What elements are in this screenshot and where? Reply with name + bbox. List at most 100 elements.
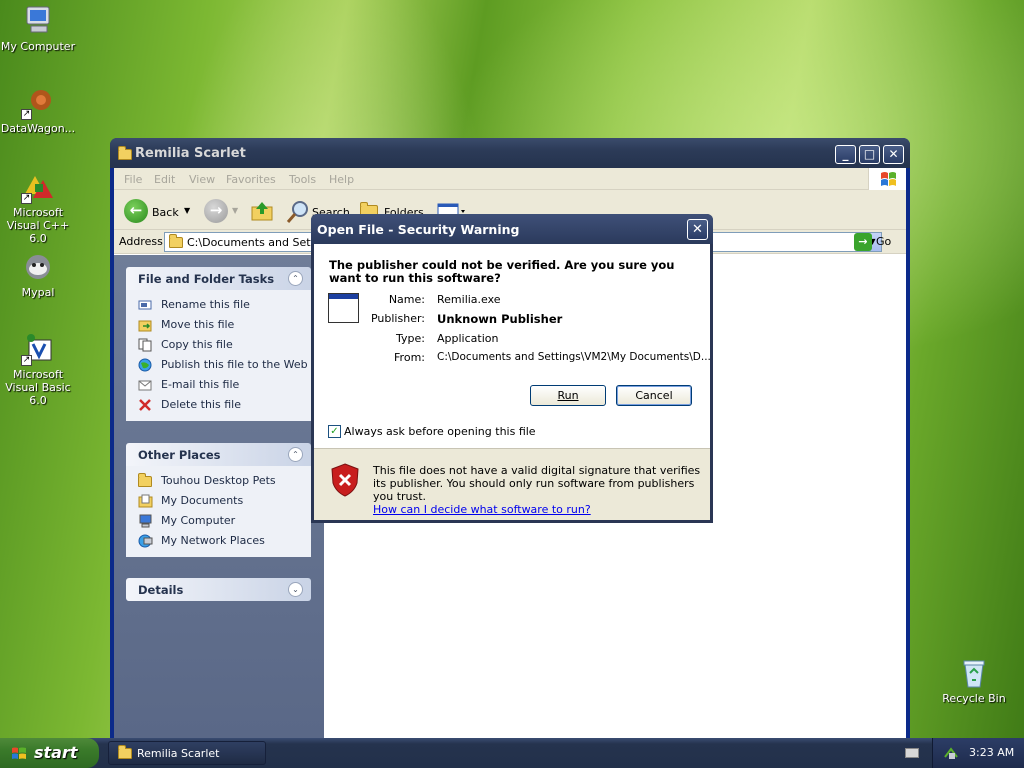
system-tray: 3:23 AM (932, 738, 1024, 768)
network-status-icon[interactable] (943, 745, 959, 761)
place-my-network-places[interactable]: My Network Places (126, 531, 311, 551)
rename-icon (138, 300, 152, 310)
desktop-icon-visual-cpp[interactable]: ↗ Microsoft Visual C++ 6.0 (0, 170, 78, 245)
place-touhou-desktop-pets[interactable]: Touhou Desktop Pets (126, 471, 311, 491)
desktop-icon-my-computer[interactable]: My Computer (0, 4, 78, 53)
search-icon[interactable] (286, 200, 310, 224)
cancel-button[interactable]: Cancel (616, 385, 692, 406)
field-label: From: (394, 351, 425, 364)
my-computer-icon (139, 514, 152, 528)
desktop-icon-recycle-bin[interactable]: Recycle Bin (934, 656, 1014, 705)
task-rename-file[interactable]: Rename this file (126, 295, 311, 315)
globe-icon (138, 358, 152, 372)
network-places-icon (138, 534, 153, 548)
dialog-close-button[interactable]: ✕ (687, 219, 708, 240)
run-button[interactable]: Run (530, 385, 606, 406)
field-value: C:\Documents and Settings\VM2\My Documen… (437, 351, 711, 363)
warning-message: This file does not have a valid digital … (373, 464, 703, 516)
taskbar: start Remilia Scarlet 3:23 AM (0, 738, 1024, 768)
desktop-icon-visual-basic[interactable]: ↗ Microsoft Visual Basic 6.0 (0, 332, 78, 407)
windows-logo-icon (12, 747, 26, 759)
desktop-icon-mypal[interactable]: Mypal (0, 250, 78, 299)
always-ask-checkbox[interactable]: ✓ (328, 425, 341, 438)
menu-favorites[interactable]: Favorites (226, 173, 276, 186)
warning-text: This file does not have a valid digital … (373, 464, 701, 503)
field-value: Remilia.exe (437, 293, 501, 306)
folder-icon (118, 146, 132, 160)
panel-title: File and Folder Tasks (138, 272, 275, 286)
go-label: Go (876, 235, 892, 248)
folder-icon (169, 234, 183, 248)
task-copy-file[interactable]: Copy this file (126, 335, 311, 355)
verification-question: The publisher could not be verified. Are… (329, 258, 675, 285)
up-folder-icon[interactable] (250, 200, 274, 222)
taskbar-button-label: Remilia Scarlet (137, 747, 220, 760)
dialog-titlebar[interactable]: Open File - Security Warning ✕ (311, 214, 713, 244)
expand-chevron-icon[interactable]: ⌄ (288, 582, 303, 597)
field-value: Unknown Publisher (437, 312, 563, 326)
task-publish-web[interactable]: Publish this file to the Web (126, 355, 311, 375)
task-move-file[interactable]: Move this file (126, 315, 311, 335)
taskbar-button-remilia-scarlet[interactable]: Remilia Scarlet (108, 741, 266, 765)
task-pane: File and Folder Tasks ⌃ Rename this file… (114, 255, 324, 738)
dialog-body: The publisher could not be verified. Are… (314, 244, 711, 520)
details-header[interactable]: Details ⌄ (126, 578, 311, 601)
forward-dropdown-icon[interactable]: ▼ (232, 206, 238, 215)
task-label: Move this file (161, 318, 235, 331)
other-places-header[interactable]: Other Places ⌃ (126, 443, 311, 466)
dialog-title: Open File - Security Warning (317, 222, 520, 237)
collapse-chevron-icon[interactable]: ⌃ (288, 271, 303, 286)
task-label: Delete this file (161, 398, 241, 411)
menu-tools[interactable]: Tools (289, 173, 316, 186)
desktop-icon-datawagon[interactable]: ↗ DataWagon... (0, 86, 78, 135)
place-my-computer[interactable]: My Computer (126, 511, 311, 531)
maximize-button[interactable]: □ (859, 145, 880, 164)
shortcut-arrow-icon: ↗ (21, 193, 32, 204)
field-label: Publisher: (370, 312, 425, 325)
shortcut-arrow-icon: ↗ (21, 355, 32, 366)
menu-file[interactable]: File (124, 173, 142, 186)
close-button[interactable]: ✕ (883, 145, 904, 164)
back-arrow-icon[interactable]: ← (124, 199, 148, 223)
task-email-file[interactable]: E-mail this file (126, 375, 311, 395)
address-label: Address (119, 235, 163, 248)
desktop-icon-label: My Computer (0, 40, 76, 53)
collapse-chevron-icon[interactable]: ⌃ (288, 447, 303, 462)
file-folder-tasks-list: Rename this file Move this file Copy thi… (126, 290, 311, 421)
minimize-button[interactable]: _ (835, 145, 856, 164)
email-icon (138, 380, 152, 391)
start-button[interactable]: start (0, 738, 99, 768)
menu-bar: File Edit View Favorites Tools Help (114, 168, 906, 190)
task-delete-file[interactable]: Delete this file (126, 395, 311, 415)
cancel-button-label: Cancel (635, 389, 673, 402)
go-arrow-icon: → (854, 233, 872, 251)
task-label: Rename this file (161, 298, 250, 311)
file-folder-tasks-header[interactable]: File and Folder Tasks ⌃ (126, 267, 311, 290)
desktop-icon-label: Mypal (21, 286, 55, 299)
menu-view[interactable]: View (189, 173, 215, 186)
start-label: start (34, 743, 78, 762)
mypal-icon (21, 250, 55, 284)
window-titlebar[interactable]: Remilia Scarlet _ □ ✕ (110, 138, 910, 168)
help-link[interactable]: How can I decide what software to run? (373, 503, 591, 516)
menu-help[interactable]: Help (329, 173, 354, 186)
clock[interactable]: 3:23 AM (969, 746, 1014, 759)
my-computer-icon (21, 4, 55, 38)
security-warning-dialog: Open File - Security Warning ✕ The publi… (311, 214, 713, 523)
go-button[interactable]: → Go (854, 233, 891, 251)
field-label: Type: (396, 332, 425, 345)
place-my-documents[interactable]: My Documents (126, 491, 311, 511)
menu-edit[interactable]: Edit (154, 173, 175, 186)
always-ask-label[interactable]: Always ask before opening this file (344, 425, 536, 438)
visual-basic-icon: ↗ (21, 332, 55, 366)
back-button-label[interactable]: Back (152, 206, 179, 219)
windows-logo-icon (868, 168, 906, 190)
panel-title: Other Places (138, 448, 221, 462)
place-label: My Network Places (161, 534, 265, 547)
keyboard-icon[interactable] (905, 748, 919, 758)
desktop-icon-label: Recycle Bin (942, 692, 1006, 705)
shortcut-arrow-icon: ↗ (21, 109, 32, 120)
forward-arrow-icon[interactable]: → (204, 199, 228, 223)
application-icon (328, 293, 359, 323)
back-dropdown-icon[interactable]: ▼ (184, 206, 190, 215)
